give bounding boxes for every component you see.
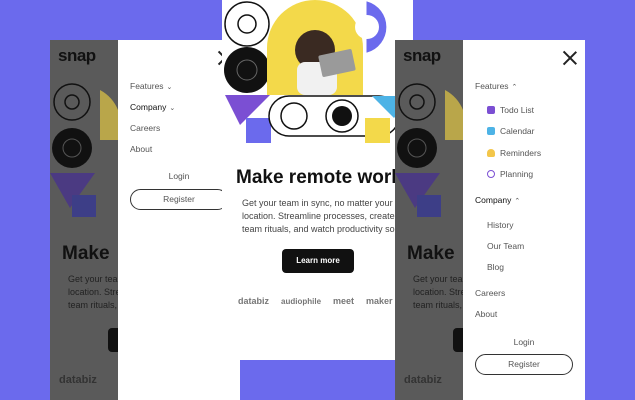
chevron-up-icon: ⌃ [514, 198, 521, 205]
dimmed-page-overlay: snap Make Get your team location. Stre t… [395, 40, 463, 400]
brand-databiz: databiz [59, 374, 97, 386]
hero-shapes-graphic [50, 83, 118, 217]
menu-item-careers[interactable]: Careers [475, 288, 505, 298]
mobile-menu-expanded: Features ⌃ Todo List Calendar Reminders P… [463, 40, 585, 400]
menu-item-careers[interactable]: Careers [130, 123, 160, 133]
hero-headline: Make [62, 243, 110, 264]
calendar-icon [487, 127, 495, 135]
hero-body: Get your team in sync, no matter your lo… [242, 198, 405, 234]
hero-shapes-graphic [395, 83, 463, 217]
hero-headline: Make [407, 243, 455, 264]
menu-item-features[interactable]: Features ⌃ [475, 81, 517, 91]
login-link[interactable]: Login [463, 337, 585, 347]
brand-databiz: databiz [238, 296, 270, 306]
hero-illustration [224, 0, 413, 143]
brand-logos: databiz audiophile meet maker [238, 296, 393, 306]
submenu-item-our-team[interactable]: Our Team [487, 241, 524, 251]
brand-databiz: databiz [404, 374, 442, 386]
submenu-item-history[interactable]: History [487, 220, 513, 230]
submenu-item-calendar[interactable]: Calendar [487, 126, 535, 136]
menu-item-company[interactable]: Company ⌃ [475, 195, 520, 205]
brand-maker: maker [366, 296, 393, 306]
center-phone-mockup: Make remote work Get your team in sync, … [222, 0, 413, 360]
chevron-down-icon: ⌄ [169, 105, 176, 112]
calendar-icon [487, 106, 495, 114]
hero-body: Get your team location. Stre team ritual… [68, 274, 118, 310]
left-phone-mockup: snap Make Get your team location. Stre t… [50, 40, 240, 400]
submenu-item-planning[interactable]: Planning [487, 169, 533, 179]
snap-logo: snap [58, 46, 96, 65]
register-button[interactable]: Register [130, 189, 228, 210]
menu-item-features[interactable]: Features ⌄ [130, 81, 172, 91]
brand-audiophile: audiophile [281, 296, 322, 306]
learn-more-button [453, 328, 463, 352]
hero-headline: Make remote work [236, 167, 402, 188]
submenu-item-blog[interactable]: Blog [487, 262, 504, 272]
submenu-item-todo-list[interactable]: Todo List [487, 105, 534, 115]
learn-more-button[interactable]: Learn more [282, 249, 354, 273]
dimmed-page-overlay: snap Make Get your team location. Stre t… [50, 40, 118, 400]
learn-more-button [108, 328, 118, 352]
submenu-item-reminders[interactable]: Reminders [487, 148, 541, 158]
chevron-down-icon: ⌄ [166, 84, 173, 91]
register-button[interactable]: Register [475, 354, 573, 375]
snap-logo: snap [403, 46, 441, 65]
close-icon[interactable] [563, 51, 577, 65]
hero-body: Get your team location. Stre team ritual… [413, 274, 463, 310]
brand-meet: meet [333, 296, 355, 306]
chevron-up-icon: ⌃ [511, 84, 518, 91]
clock-icon [487, 170, 495, 178]
menu-item-about[interactable]: About [130, 144, 152, 154]
menu-item-company[interactable]: Company ⌄ [130, 102, 175, 112]
bell-icon [487, 149, 495, 157]
right-phone-mockup: snap Make Get your team location. Stre t… [395, 40, 585, 400]
menu-item-about[interactable]: About [475, 309, 497, 319]
